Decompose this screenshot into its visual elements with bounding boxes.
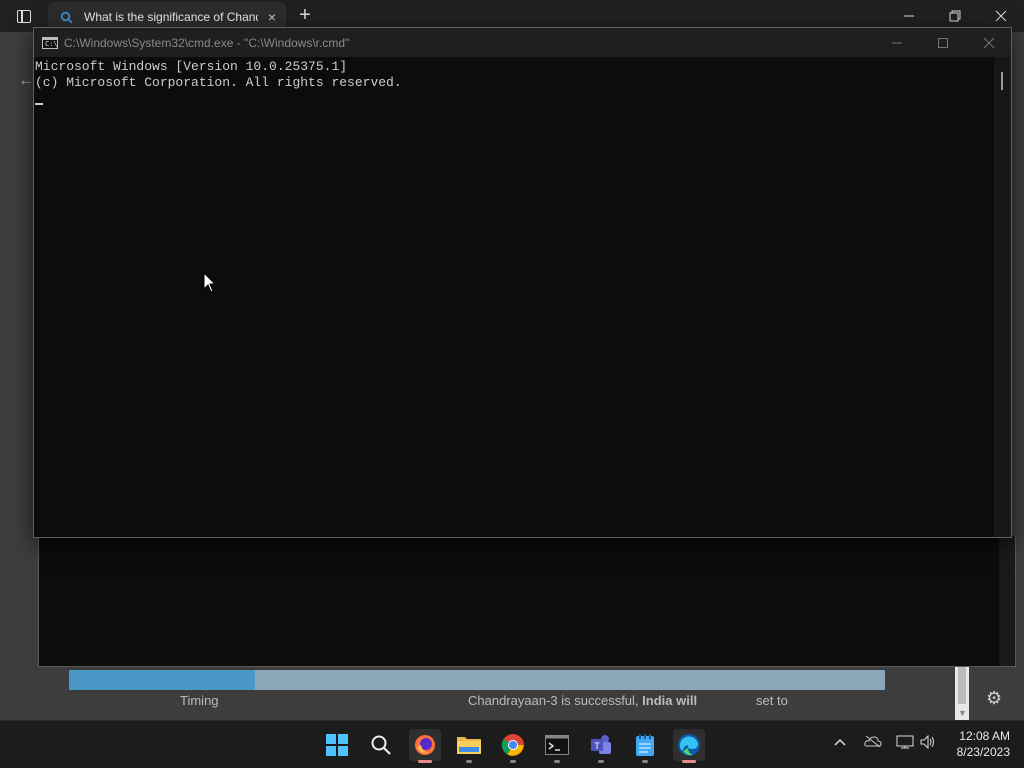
- maximize-icon: [938, 37, 948, 48]
- show-hidden-icons-button[interactable]: [834, 735, 846, 750]
- cmd-scroll-thumb[interactable]: [1001, 72, 1003, 90]
- windows-start-icon: [326, 734, 348, 756]
- cmd-title-bar[interactable]: C:\ C:\Windows\System32\cmd.exe - "C:\Wi…: [34, 28, 1011, 57]
- taskbar: T 12:08 AM 8/23/2023: [0, 720, 1024, 768]
- chevron-up-icon: [834, 738, 846, 746]
- background-console-window: [38, 536, 1016, 667]
- edge-taskbar-button[interactable]: [673, 729, 705, 763]
- firefox-icon: [415, 735, 435, 755]
- volume-icon[interactable]: [920, 734, 936, 752]
- settings-gear-icon[interactable]: ⚙: [986, 688, 1002, 709]
- clock-date: 8/23/2023: [956, 745, 1010, 759]
- chandrayaan-text: Chandrayaan-3 is successful, India will: [468, 693, 698, 708]
- tab-title: What is the significance of Chandrayaan-…: [84, 10, 258, 24]
- minimize-icon: [904, 15, 914, 17]
- browser-minimize-button[interactable]: [894, 4, 924, 28]
- restore-icon: [949, 10, 961, 22]
- system-clock[interactable]: 12:08 AM 8/23/2023: [957, 728, 1010, 760]
- cmd-app-icon: C:\: [42, 36, 58, 49]
- cmd-line-2: (c) Microsoft Corporation. All rights re…: [35, 75, 402, 90]
- cmd-close-button[interactable]: [966, 28, 1012, 57]
- cmd-line-1: Microsoft Windows [Version 10.0.25375.1]: [35, 59, 348, 74]
- cmd-title: C:\Windows\System32\cmd.exe - "C:\Window…: [64, 35, 350, 50]
- page-lower-content: Timing Chandrayaan-3 is successful, Indi…: [0, 690, 955, 720]
- tab-close-icon[interactable]: ×: [264, 9, 280, 25]
- firefox-taskbar-button[interactable]: [409, 729, 441, 763]
- mouse-pointer-icon: [203, 272, 217, 293]
- chrome-icon: [501, 734, 524, 756]
- svg-text:T: T: [594, 741, 600, 751]
- clock-time: 12:08 AM: [959, 729, 1010, 743]
- terminal-icon: [545, 735, 569, 755]
- page-scrollbar[interactable]: ▼: [955, 664, 969, 720]
- cmd-output[interactable]: Microsoft Windows [Version 10.0.25375.1]…: [34, 57, 996, 537]
- chrome-taskbar-button[interactable]: [497, 729, 529, 763]
- start-button[interactable]: [321, 729, 353, 761]
- tab-actions-icon: [17, 9, 31, 23]
- tab-actions-button[interactable]: [8, 5, 40, 27]
- bold-text: India will: [642, 693, 698, 708]
- minimize-icon: [892, 42, 902, 43]
- new-tab-button[interactable]: +: [294, 4, 316, 26]
- cmd-scrollbar[interactable]: [994, 57, 1011, 537]
- search-icon: [371, 735, 391, 755]
- scroll-down-icon: ▼: [958, 708, 967, 718]
- browser-close-button[interactable]: [986, 4, 1016, 28]
- close-icon: [983, 37, 995, 48]
- teams-icon: T: [591, 735, 611, 754]
- network-icon[interactable]: [896, 735, 914, 752]
- notepad-icon: [636, 734, 654, 756]
- search-button[interactable]: [365, 729, 397, 761]
- text-cursor: [35, 103, 43, 105]
- cmd-minimize-button[interactable]: [874, 28, 920, 57]
- folder-icon: [457, 737, 481, 754]
- edge-icon: [678, 734, 700, 756]
- close-icon: [995, 10, 1007, 22]
- back-arrow-icon[interactable]: ←: [18, 72, 34, 90]
- onedrive-icon[interactable]: [864, 735, 882, 750]
- cmd-maximize-button[interactable]: [920, 28, 966, 57]
- set-to-text: set to: [756, 693, 788, 708]
- page-image-strip: [69, 670, 885, 690]
- search-favicon-icon: [58, 9, 74, 25]
- notepad-taskbar-button[interactable]: [629, 729, 661, 763]
- file-explorer-taskbar-button[interactable]: [453, 729, 485, 763]
- timing-text: Timing: [180, 693, 219, 708]
- cmd-window[interactable]: C:\ C:\Windows\System32\cmd.exe - "C:\Wi…: [33, 27, 1012, 538]
- terminal-taskbar-button[interactable]: [541, 729, 573, 763]
- teams-taskbar-button[interactable]: T: [585, 729, 617, 763]
- browser-restore-button[interactable]: [940, 4, 970, 28]
